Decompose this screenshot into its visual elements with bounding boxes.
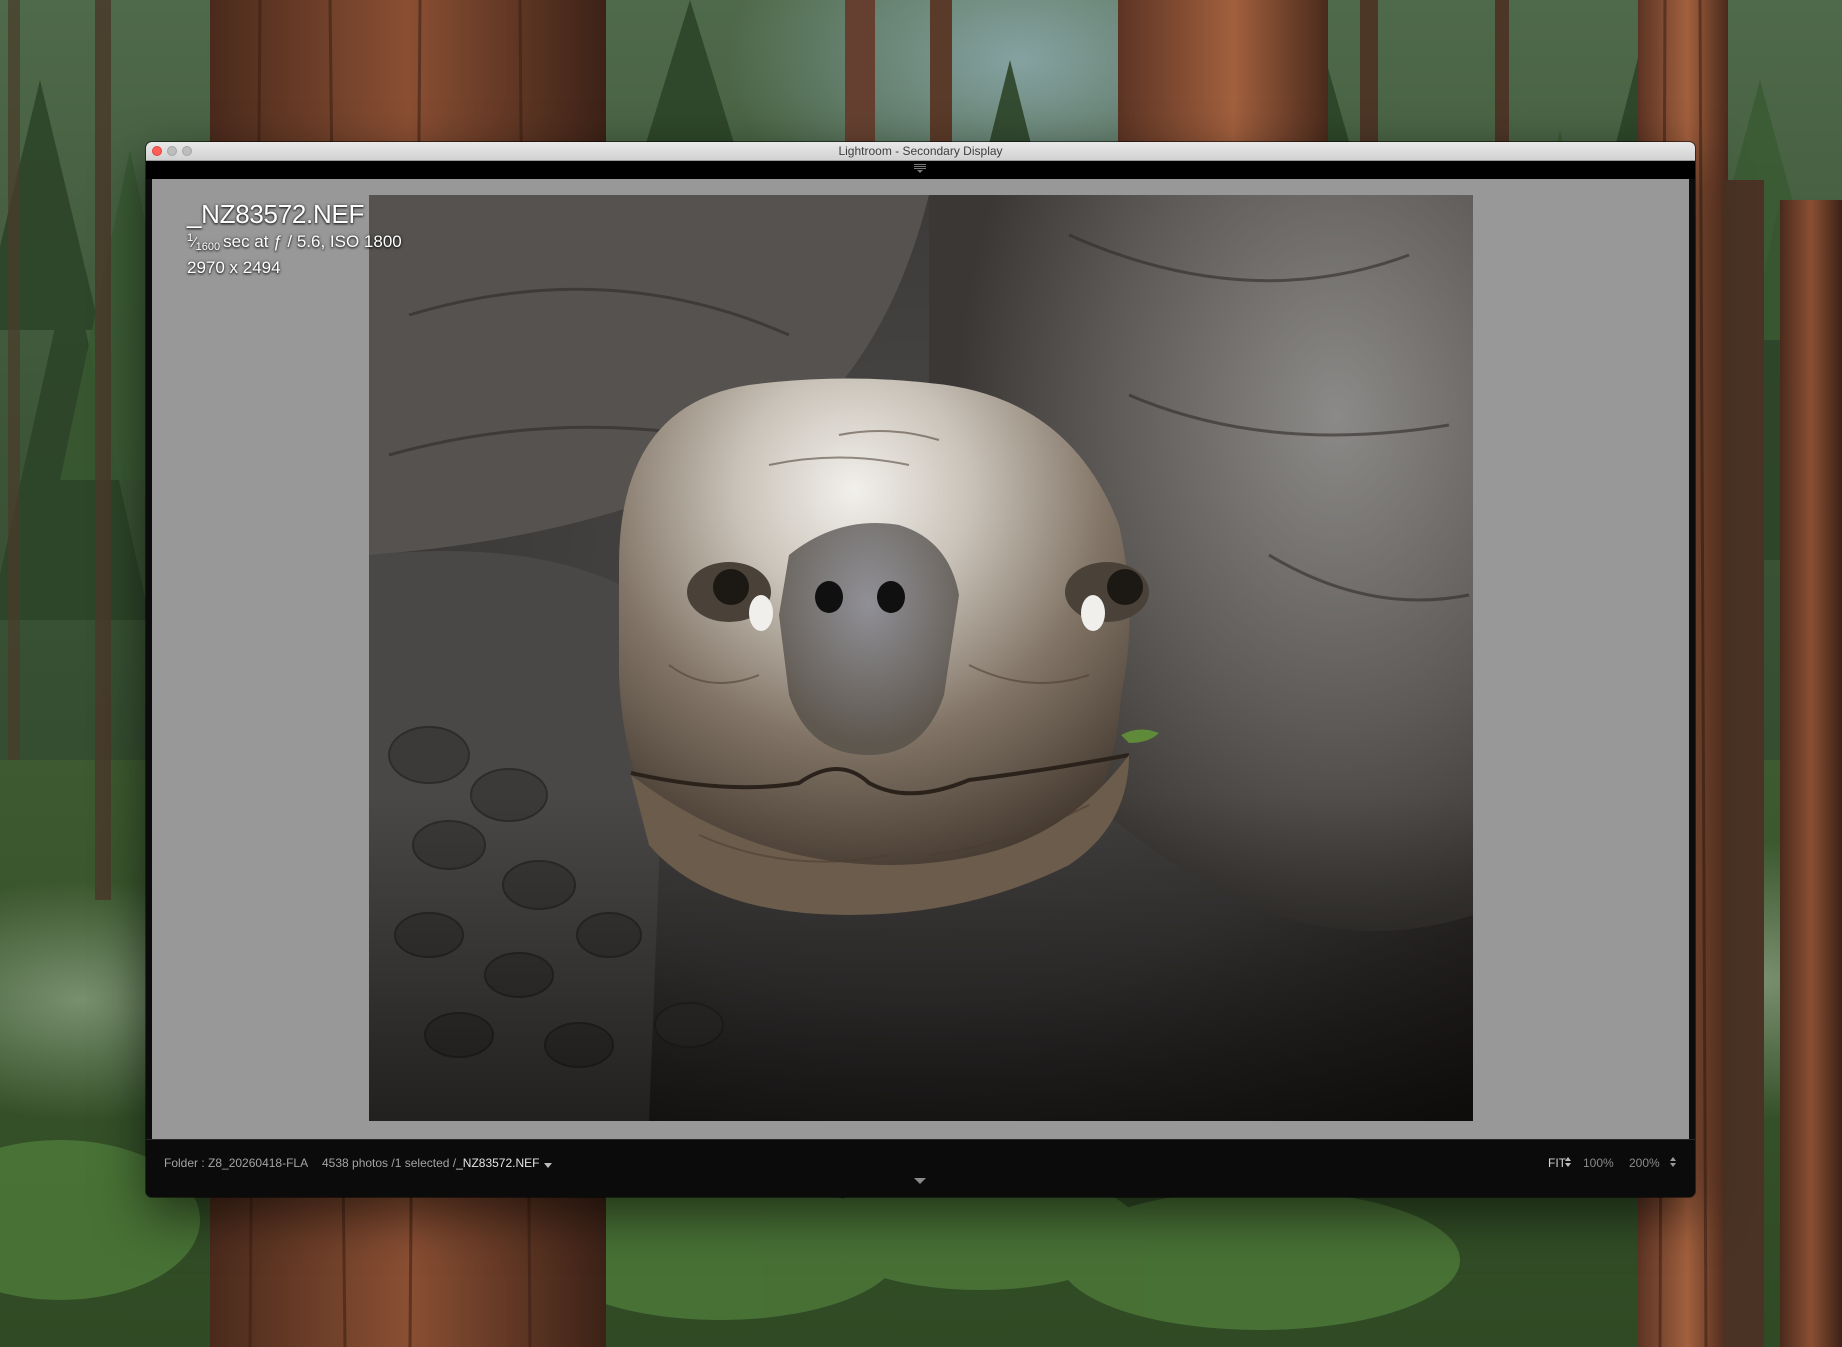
filmstrip-header-bar: Folder : Z8_20260418-FLA 4538 photos /1 … [146,1139,1695,1197]
photo-count-text: 4538 photos /1 selected / [322,1156,457,1170]
photo-filename: _NZ83572.NEF [187,199,365,229]
zoom-200-button[interactable]: 200% [1629,1156,1660,1170]
window-title: Lightroom - Secondary Display [838,144,1003,158]
lightroom-secondary-window: Lightroom - Secondary Display _NZ83572.N… [146,142,1695,1197]
photo-dimensions: 2970 x 2494 [187,258,281,277]
dropdown-arrow-icon[interactable] [544,1163,553,1168]
panel-collapse-icon[interactable] [913,163,927,173]
updown-arrows-icon[interactable] [1565,1157,1571,1167]
zoom-100-button[interactable]: 100% [1583,1156,1614,1170]
updown-arrows-icon[interactable] [1670,1157,1676,1167]
exif-settings: sec at ƒ / 5.6, ISO 1800 [223,232,402,251]
zoom-fit-button[interactable]: FIT [1548,1156,1566,1170]
tortoise-photo[interactable] [369,195,1473,1121]
photo-exif-info: 1⁄1600 sec at ƒ / 5.6, ISO 1800 [187,230,402,256]
folder-label[interactable]: Folder : Z8_20260418-FLA [164,1156,308,1170]
shutter-numerator: 1 [187,232,194,244]
selected-filename: _NZ83572.NEF [456,1156,540,1170]
shutter-denominator: 1600 [195,241,221,253]
photo-count-selector[interactable]: 4538 photos /1 selected /_NZ83572.NEF [322,1156,553,1170]
chevron-down-icon[interactable] [914,1178,926,1184]
info-overlay: _NZ83572.NEF 1⁄1600 sec at ƒ / 5.6, ISO 1… [187,198,402,280]
window-titlebar[interactable]: Lightroom - Secondary Display [146,142,1695,161]
top-panel-strip [146,161,1695,179]
loupe-view[interactable]: _NZ83572.NEF 1⁄1600 sec at ƒ / 5.6, ISO 1… [152,179,1689,1139]
